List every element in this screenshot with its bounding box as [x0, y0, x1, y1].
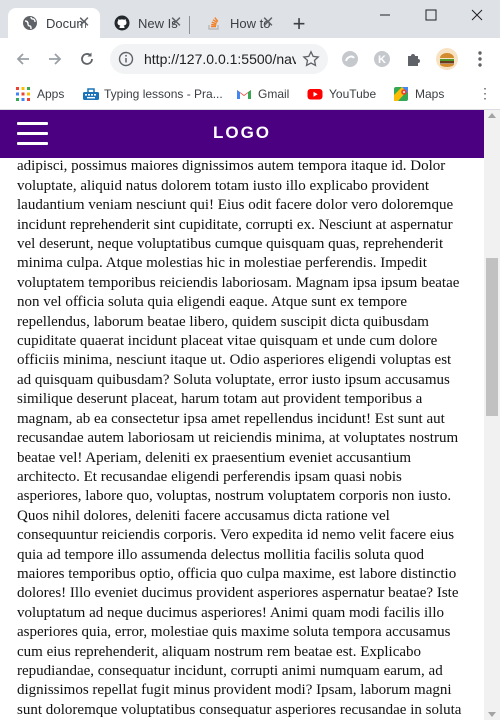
reload-icon[interactable]	[76, 48, 98, 70]
github-icon	[114, 15, 130, 31]
plus-icon[interactable]: +	[287, 13, 311, 37]
stackoverflow-icon	[206, 15, 222, 31]
bookmark-label: YouTube	[329, 87, 377, 101]
browser-toolbar: http://127.0.0.1:5500/navbar.html K	[0, 38, 500, 79]
tab-document[interactable]: Document ✕	[8, 8, 100, 38]
close-icon[interactable]	[454, 0, 500, 30]
bookmark-label: Typing lessons - Pra...	[104, 87, 223, 101]
page-viewport: LOGO Lorem ipsum dolor sit amet consecte…	[0, 110, 500, 720]
bookmarks-bar: Apps Typing lessons - Pra... Gmail YouTu…	[0, 79, 500, 110]
close-tab-icon[interactable]: ✕	[260, 15, 276, 31]
close-tab-icon[interactable]: ✕	[168, 15, 184, 31]
youtube-icon	[307, 86, 323, 102]
info-icon[interactable]	[118, 51, 134, 67]
apps-grid-icon	[15, 86, 31, 102]
tab-new-issue[interactable]: New Issue ✕	[100, 8, 192, 38]
svg-text:K: K	[378, 54, 386, 66]
edge-icon[interactable]	[340, 49, 360, 69]
tab-how-to[interactable]: How to ✕	[192, 8, 284, 38]
bookmark-label: Gmail	[258, 87, 290, 101]
forward-icon[interactable]	[44, 48, 66, 70]
maximize-icon[interactable]	[408, 0, 454, 30]
star-icon[interactable]	[302, 50, 320, 68]
k-icon[interactable]: K	[372, 49, 392, 69]
page-scrollbar[interactable]	[484, 110, 500, 720]
bookmark-typing-lessons[interactable]: Typing lessons - Pra...	[82, 85, 223, 103]
article-text: Lorem ipsum dolor sit amet consectetur, …	[17, 139, 462, 718]
avatar-burger-icon[interactable]	[435, 47, 459, 71]
bookmark-label: Apps	[37, 87, 65, 101]
back-icon[interactable]	[12, 48, 34, 70]
bookmark-apps[interactable]: Apps	[15, 85, 64, 103]
scroll-down-arrow-icon[interactable]	[488, 712, 496, 717]
address-bar[interactable]: http://127.0.0.1:5500/navbar.html	[110, 44, 328, 74]
tab-strip: Document ✕ New Issue ✕ How to ✕ +	[0, 0, 500, 38]
menu-dots-icon[interactable]	[470, 49, 490, 69]
tab-separator	[189, 16, 190, 34]
bookmark-youtube[interactable]: YouTube	[307, 85, 376, 103]
bookmark-maps[interactable]: Maps	[393, 85, 444, 103]
bookmark-gmail[interactable]: Gmail	[236, 85, 289, 103]
scroll-thumb[interactable]	[486, 258, 498, 416]
minimize-icon[interactable]	[362, 0, 408, 30]
url-text[interactable]: http://127.0.0.1:5500/navbar.html	[144, 51, 296, 67]
site-navbar: LOGO	[0, 110, 484, 158]
more-bookmarks-icon[interactable]: ⋮	[478, 85, 492, 103]
bookmark-label: Maps	[415, 87, 445, 101]
puzzle-icon[interactable]	[404, 49, 424, 69]
globe-icon	[22, 15, 38, 31]
gmail-icon	[236, 86, 252, 102]
maps-icon	[393, 86, 409, 102]
scroll-up-arrow-icon[interactable]	[488, 113, 496, 118]
site-logo[interactable]: LOGO	[0, 123, 484, 143]
typing-icon	[82, 86, 99, 102]
close-tab-icon[interactable]: ✕	[76, 15, 92, 31]
